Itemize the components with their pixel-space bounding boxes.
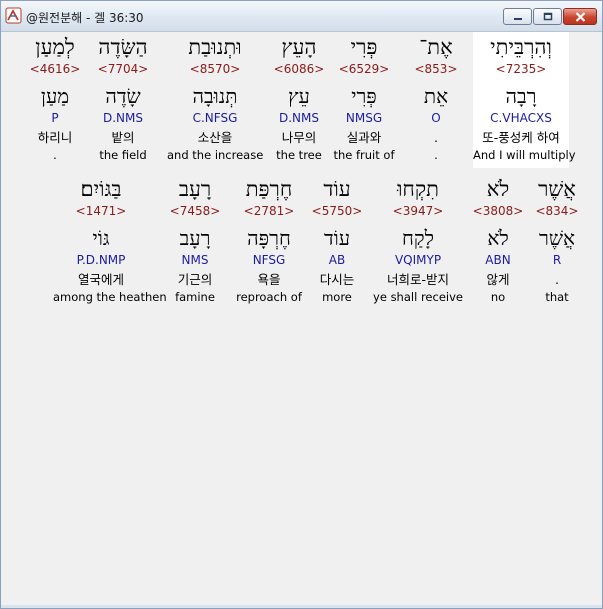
english-gloss: . [53,148,57,162]
close-button[interactable] [563,8,597,25]
morphology-code[interactable]: NMS [147,253,243,267]
hebrew-lemma[interactable]: מַעַן [7,84,103,108]
minimize-icon [513,17,522,20]
window-bottom-border [1,605,602,608]
korean-gloss: 나무의 [281,130,317,145]
hebrew-word[interactable]: בַּגּוֹיִם׃ [53,176,149,202]
close-icon [575,11,585,22]
strong-number[interactable]: <7235> [473,62,569,76]
maximize-button[interactable] [533,8,562,25]
morphology-code[interactable]: C.VHACXS [473,111,569,125]
hebrew-word[interactable]: וְהִרְבֵּיתִי [473,34,569,60]
strong-number[interactable]: <6086> [251,62,347,76]
word-block[interactable]: וְהִרְבֵּיתִי <7235> רָבָה C.VHACXS 또-풍성… [473,32,576,168]
word-block[interactable]: וּתְנוּבַת <8570> תְּנוּבָה C.NFSG 소산을 a… [167,32,263,168]
hebrew-word[interactable]: רָעָב [147,176,243,202]
strong-number[interactable]: <8570> [167,62,263,76]
korean-gloss: 또-풍성케 하여 [482,130,560,145]
hebrew-lemma[interactable]: רָבָה [473,84,569,108]
interlinear-panel: וְהִרְבֵּיתִי <7235> רָבָה C.VHACXS 또-풍성… [2,32,601,607]
app-window: @원전분해 - 겔 36:30 וְהִרְבֵּיתִי <7235> רָב… [0,0,603,609]
english-gloss: and the increase [167,148,264,162]
hebrew-word[interactable]: הָעֵץ [251,34,347,60]
strong-number[interactable]: <1471> [53,204,149,218]
english-gloss: And I will multiply [473,148,576,162]
title-bar[interactable]: @원전분해 - 겔 36:30 [1,1,602,32]
hebrew-lemma[interactable]: עֵץ [251,84,347,108]
korean-gloss: 기근의 [177,272,213,287]
english-gloss: the tree [276,148,322,162]
maximize-icon [543,12,552,21]
korean-gloss: 하리니 [37,130,73,145]
korean-gloss: 소산을 [197,130,233,145]
strong-number[interactable]: <4616> [7,62,103,76]
hebrew-word[interactable]: לְמַעַן [7,34,103,60]
window-title: @원전분해 - 겔 36:30 [26,11,144,25]
korean-gloss: 열국에게 [77,272,124,287]
morphology-code[interactable]: P [7,111,103,125]
english-gloss: among the heathen [53,290,167,304]
app-icon [5,7,22,24]
word-block[interactable]: הָעֵץ <6086> עֵץ D.NMS 나무의 the tree [251,32,347,168]
hebrew-word[interactable]: וּתְנוּבַת [167,34,263,60]
hebrew-lemma[interactable]: תְּנוּבָה [167,84,263,108]
morphology-code[interactable]: D.NMS [251,111,347,125]
hebrew-lemma[interactable]: גּוֹי [53,226,149,250]
word-block[interactable]: בַּגּוֹיִם׃ <1471> גּוֹי P.D.NMP 열국에게 am… [53,174,167,310]
hebrew-lemma[interactable]: רָעָב [147,226,243,250]
word-block[interactable]: לְמַעַן <4616> מַעַן P 하리니 . [7,32,103,168]
strong-number[interactable]: <7458> [147,204,243,218]
morphology-code[interactable]: P.D.NMP [53,253,149,267]
minimize-button[interactable] [503,8,532,25]
morphology-code[interactable]: C.NFSG [167,111,263,125]
